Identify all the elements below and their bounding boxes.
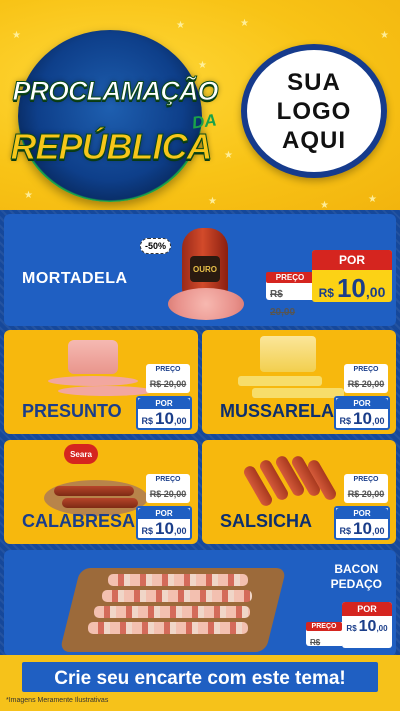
brand-label: OURO [190, 256, 220, 282]
card-presunto[interactable]: PRESUNTO PREÇO R$ 20,00 POR R$ 10 ,00 [4, 330, 198, 434]
old-price: PREÇO R$ 20,00 [266, 272, 314, 318]
title-line2: REPÚBLICA [10, 126, 213, 168]
logo-line-3: AQUI [282, 126, 346, 154]
discount-badge: -50% [140, 238, 172, 254]
offers-panel: MORTADELA -50% OURO PREÇO R$ 20,00 POR R… [0, 210, 400, 660]
new-price: POR R$ 10 ,00 [312, 250, 392, 303]
card-bacon[interactable]: BACON PEDAÇO PREÇO R$ 20,00 POR R$ 10 ,0… [4, 550, 396, 656]
logo-line-2: LOGO [276, 97, 352, 125]
card-mortadela[interactable]: MORTADELA -50% OURO PREÇO R$ 20,00 POR R… [4, 214, 396, 326]
product-name-mortadela: MORTADELA [22, 270, 128, 287]
product-name-salsicha: SALSICHA [220, 511, 313, 531]
price-tag-salsicha: PREÇO R$ 20,00 POR R$ 10 ,00 [334, 474, 390, 540]
card-salsicha[interactable]: SALSICHA PREÇO R$ 20,00 POR R$ 10 ,00 [202, 440, 396, 544]
cta-button[interactable]: Crie seu encarte com este tema! [20, 660, 380, 694]
title-line1: PROCLAMAÇÃO [12, 76, 219, 107]
card-calabresa[interactable]: Seara CALABRESA PREÇO R$ 20,00 POR R$ 10… [4, 440, 198, 544]
price-tag-calabresa: PREÇO R$ 20,00 POR R$ 10 ,00 [136, 474, 192, 540]
logo-placeholder[interactable]: SUA LOGO AQUI [241, 44, 387, 178]
salsicha-image [241, 450, 346, 516]
product-name-mussarela: MUSSARELA [220, 401, 335, 421]
card-mussarela[interactable]: MUSSARELA PREÇO R$ 20,00 POR R$ 10 ,00 [202, 330, 396, 434]
price-tag-presunto: PREÇO R$ 20,00 POR R$ 10 ,00 [136, 364, 192, 430]
event-emblem: PROCLAMAÇÃO DA REPÚBLICA [10, 26, 219, 204]
product-name-calabresa: CALABRESA [22, 511, 136, 531]
header-banner: ★ ★ ★ ★ ★ ★ ★ ★ ★ ★ PROCLAMAÇÃO DA REPÚB… [0, 0, 400, 212]
product-name-presunto: PRESUNTO [22, 401, 122, 421]
price-tag-mussarela: PREÇO R$ 20,00 POR R$ 10 ,00 [334, 364, 390, 430]
mussarela-image [238, 336, 348, 402]
price-tag-bacon: PREÇO R$ 20,00 POR R$ 10 ,00 [306, 602, 392, 648]
seara-logo: Seara [64, 444, 98, 464]
emblem-circle [18, 30, 202, 202]
logo-line-1: SUA [287, 68, 341, 96]
product-name-bacon: BACON PEDAÇO [330, 562, 382, 591]
mortadela-image: OURO [168, 226, 248, 322]
disclaimer-note: *Imagens Meramente Ilustrativas [6, 697, 109, 704]
price-tag-mortadela: PREÇO R$ 20,00 POR R$ 10 ,00 [266, 250, 392, 318]
